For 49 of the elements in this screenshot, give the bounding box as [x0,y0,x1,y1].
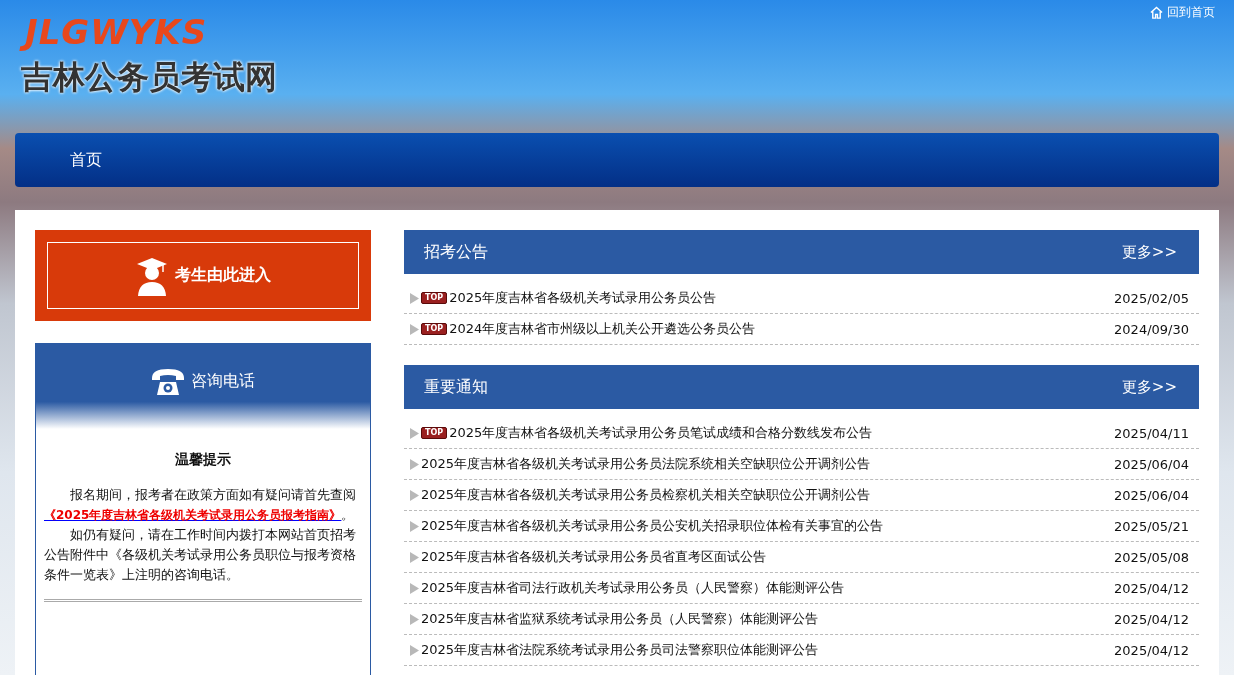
news-link[interactable]: 2025年度吉林省各级机关考试录用公务员法院系统相关空缺职位公开调剂公告 [421,455,1113,473]
tip-title: 温馨提示 [174,450,232,469]
news-date: 2025/06/04 [1114,456,1189,472]
news-date: 2025/06/04 [1114,487,1189,503]
tip-paragraph: 报名期间，报考者在政策方面如有疑问请首先查阅 《2025年度吉林省各级机关考试录用公务员报考指南》。 [44,486,357,524]
triangle-icon [410,644,419,656]
news-date: 2025/04/12 [1114,642,1189,658]
triangle-icon [410,613,419,625]
news-date: 2025/05/21 [1114,518,1189,534]
news-date: 2024/09/30 [1114,321,1189,337]
triangle-icon [410,520,419,532]
triangle-icon [410,551,419,563]
news-link[interactable]: 2025年度吉林省各级机关考试录用公务员检察机关相关空缺职位公开调剂公告 [421,486,1113,504]
telephone-icon [151,366,185,397]
top-badge: TOP [421,427,448,439]
top-badge: TOP [421,292,448,304]
news-date: 2025/04/12 [1114,580,1189,596]
section-title: 招考公告 [424,241,488,263]
entry-button[interactable]: 考生由此进入 [35,230,371,321]
news-date: 2025/05/08 [1114,549,1189,565]
consult-title: 咨询电话 [191,371,255,392]
triangle-icon [410,292,419,304]
news-date: 2025/02/05 [1114,290,1189,306]
triangle-icon [410,582,419,594]
triangle-icon [410,458,419,470]
news-date: 2025/04/11 [1114,425,1189,441]
section-title: 重要通知 [424,376,488,398]
news-link[interactable]: 2025年度吉林省法院系统考试录用公务员司法警察职位体能测评公告 [421,641,1113,659]
triangle-icon [410,427,419,439]
more-link[interactable]: 更多>> [1121,377,1177,397]
news-link[interactable]: 2025年度吉林省各级机关考试录用公务员公告 [449,289,1113,307]
news-link[interactable]: 2025年度吉林省各级机关考试录用公务员公安机关招录职位体检有关事宜的公告 [421,517,1113,535]
nav-link[interactable]: 首页 [70,149,102,171]
news-link[interactable]: 2025年度吉林省各级机关考试录用公务员省直考区面试公告 [421,548,1113,566]
guide-link[interactable]: 《2025年度吉林省各级机关考试录用公务员报考指南》 [44,508,342,522]
student-icon [135,255,169,296]
news-date: 2025/04/12 [1114,611,1189,627]
site-title: 吉林公务员考试网 [21,57,277,98]
more-link[interactable]: 更多>> [1121,242,1177,262]
news-link[interactable]: 2024年度吉林省市州级以上机关公开遴选公务员公告 [449,320,1113,338]
triangle-icon [410,489,419,501]
top-badge: TOP [421,323,448,335]
news-link[interactable]: 2025年度吉林省监狱系统考试录用公务员（人民警察）体能测评公告 [421,610,1113,628]
news-link[interactable]: 2025年度吉林省各级机关考试录用公务员笔试成绩和合格分数线发布公告 [449,424,1113,442]
triangle-icon [410,323,419,335]
home-icon [1150,6,1163,19]
news-link[interactable]: 2025年度吉林省司法行政机关考试录用公务员（人民警察）体能测评公告 [421,579,1113,597]
tip-paragraph: 如仍有疑问，请在工作时间内拨打本网站首页招考公告附件中《各级机关考试录用公务员职位与报考资格条件一览表》上注明的咨询电话。 [44,526,357,584]
logo-wordmark: JLGWYKS [21,10,218,54]
